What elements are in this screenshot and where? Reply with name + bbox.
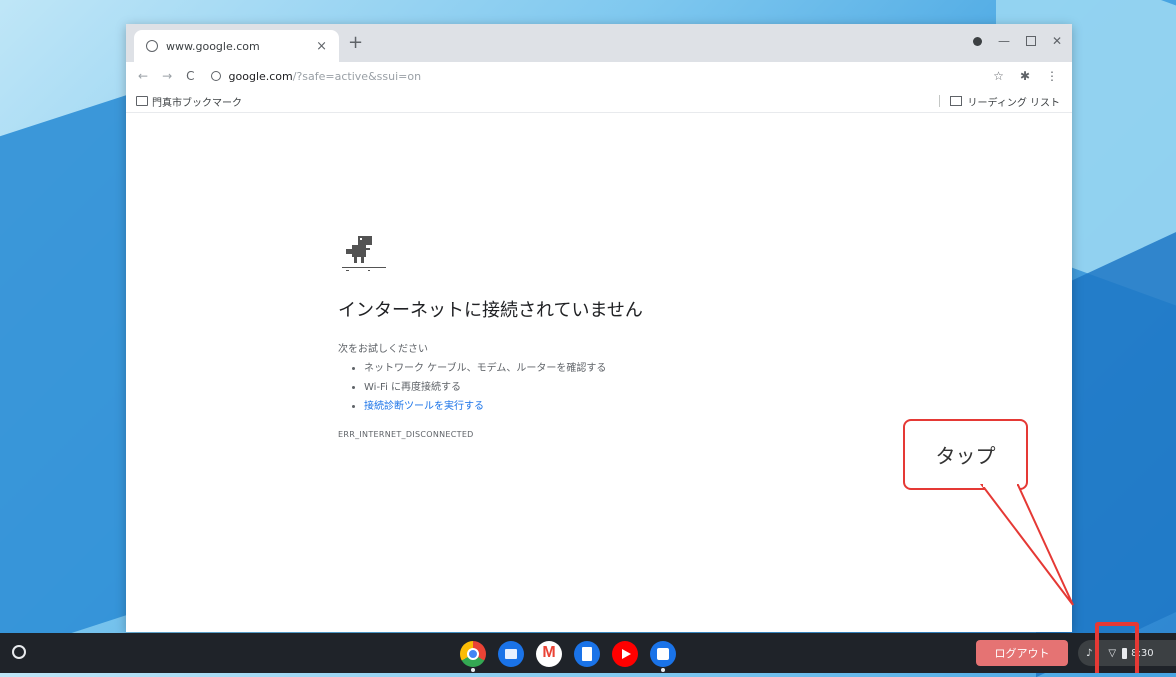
close-window-icon[interactable]: ✕ — [1052, 34, 1062, 48]
chrome-window: www.google.com × + — ✕ ← → C google.com … — [126, 24, 1072, 632]
diagnostics-link[interactable]: 接続診断ツールを実行する — [364, 401, 484, 412]
url-host: google.com — [228, 69, 293, 83]
folder-icon — [136, 96, 148, 106]
pinned-apps — [460, 641, 676, 672]
offline-error: インターネットに接続されていません 次をお試しください ネットワーク ケーブル、… — [338, 234, 758, 439]
docs-icon[interactable] — [574, 641, 600, 667]
browser-toolbar: ← → C google.com /?safe=active&ssui=on ☆… — [126, 62, 1072, 90]
callout-text: タップ — [935, 444, 996, 468]
globe-icon — [146, 40, 158, 52]
maximize-icon[interactable] — [1025, 36, 1036, 46]
back-icon[interactable]: ← — [138, 69, 148, 83]
diagnostics-link-item: 接続診断ツールを実行する — [364, 397, 758, 416]
url-path: /?safe=active&ssui=on — [292, 69, 422, 83]
youtube-icon[interactable] — [612, 641, 638, 667]
try-label: 次をお試しください — [338, 344, 428, 355]
notification-icon: ♪ — [1086, 647, 1093, 659]
browser-tab[interactable]: www.google.com × — [134, 30, 339, 62]
files-icon[interactable] — [498, 641, 524, 667]
gmail-icon[interactable] — [536, 641, 562, 667]
reload-icon[interactable]: C — [186, 69, 194, 83]
running-indicator — [471, 668, 475, 672]
extensions-icon[interactable]: ✱ — [1020, 69, 1030, 83]
suggestion-item: ネットワーク ケーブル、モデム、ルーターを確認する — [364, 359, 758, 378]
menu-icon[interactable]: ⋮ — [1046, 69, 1058, 83]
bookmark-folder[interactable]: 門真市ブックマーク — [136, 94, 242, 109]
minimize-icon[interactable]: — — [998, 34, 1010, 48]
suggestion-text: Wi-Fi に再度接続する — [364, 382, 462, 393]
new-tab-button[interactable]: + — [348, 32, 363, 53]
forward-icon[interactable]: → — [162, 69, 172, 83]
address-bar[interactable]: google.com /?safe=active&ssui=on — [210, 69, 422, 83]
suggestion-item: Wi-Fi に再度接続する — [364, 378, 758, 397]
error-code: ERR_INTERNET_DISCONNECTED — [338, 430, 474, 439]
launcher-icon[interactable] — [12, 645, 26, 659]
suggestion-list: ネットワーク ケーブル、モデム、ルーターを確認する Wi-Fi に再度接続する … — [338, 359, 758, 416]
record-icon[interactable] — [972, 36, 982, 46]
info-icon[interactable] — [210, 71, 221, 81]
bookmark-folder-label: 門真市ブックマーク — [152, 97, 242, 109]
reading-list-label: リーディング リスト — [967, 97, 1060, 109]
dino-icon — [342, 236, 386, 271]
window-controls: — ✕ — [972, 34, 1062, 48]
tab-close-icon[interactable]: × — [316, 39, 327, 54]
reading-list-icon — [949, 96, 962, 106]
suggestion-text: ネットワーク ケーブル、モデム、ルーターを確認する — [364, 363, 607, 374]
bookmarks-bar: 門真市ブックマーク リーディング リスト — [126, 90, 1072, 113]
reading-list-button[interactable]: リーディング リスト — [938, 94, 1060, 109]
running-indicator — [661, 668, 665, 672]
meet-icon[interactable] — [650, 641, 676, 672]
chrome-icon[interactable] — [460, 641, 486, 672]
separator — [938, 95, 940, 107]
error-title: インターネットに接続されていません — [338, 300, 643, 321]
tap-highlight — [1095, 622, 1139, 673]
logout-button[interactable]: ログアウト — [976, 640, 1068, 666]
tab-title: www.google.com — [166, 39, 260, 53]
tab-strip: www.google.com × + — ✕ — [126, 24, 1072, 62]
chromeos-shelf: ログアウト ♪ ▽ 8:30 — [0, 633, 1176, 673]
bookmark-star-icon[interactable]: ☆ — [993, 69, 1004, 83]
callout-bubble: タップ — [903, 419, 1028, 490]
